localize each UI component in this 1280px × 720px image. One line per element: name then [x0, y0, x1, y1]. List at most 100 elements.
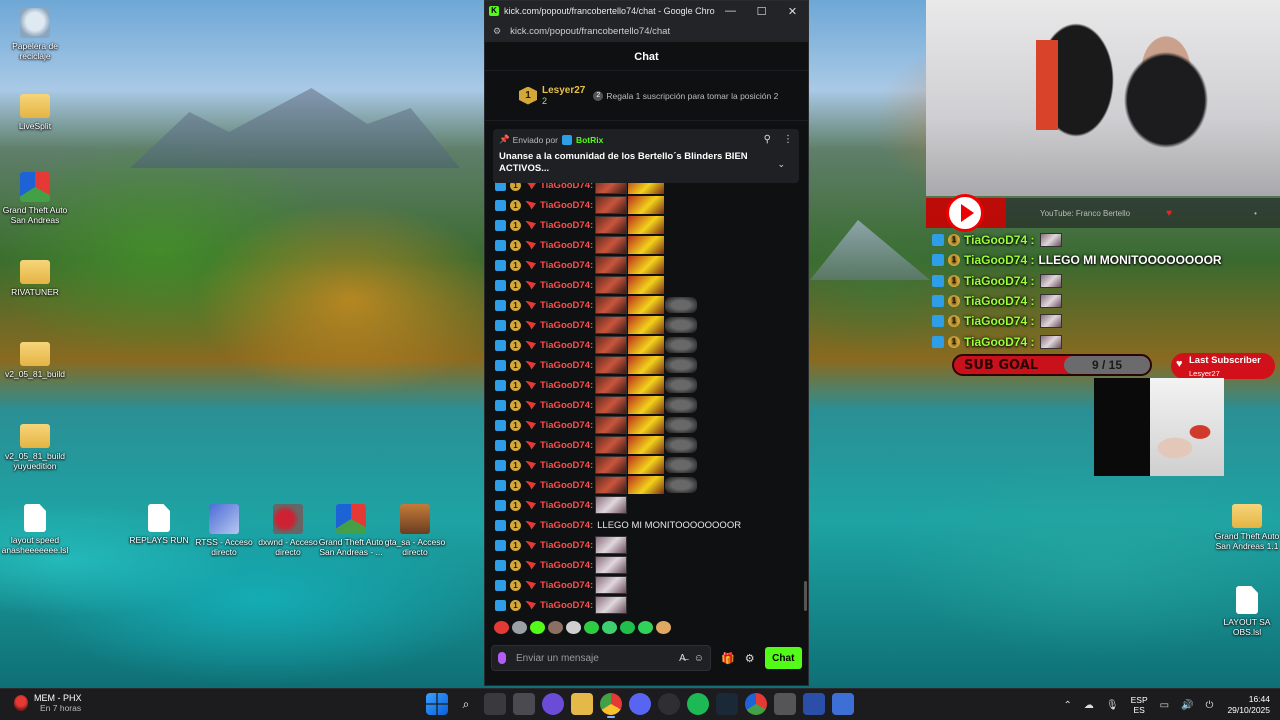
translate-icon[interactable]: A̶: [679, 653, 686, 664]
chat-username[interactable]: TiaGooD74:: [540, 220, 593, 231]
emote-image[interactable]: [595, 356, 628, 374]
emoji-icon[interactable]: ☺: [694, 653, 704, 664]
emote-image[interactable]: [665, 477, 698, 493]
emote-image[interactable]: [595, 376, 628, 394]
pinned-message[interactable]: 📌 Enviado por BotRix ⚲ ⋮ Unanse a la com…: [493, 129, 799, 183]
address-bar[interactable]: ⚙ kick.com/popout/francobertello74/chat: [485, 21, 808, 43]
chat-username[interactable]: TiaGooD74:: [540, 380, 593, 391]
emote-icon[interactable]: [548, 620, 563, 634]
start-button[interactable]: [426, 693, 448, 715]
emote-image[interactable]: [628, 436, 665, 454]
chat-username[interactable]: TiaGooD74:: [540, 280, 593, 291]
steam-icon[interactable]: [716, 693, 738, 715]
app-icon[interactable]: [774, 693, 796, 715]
more-options-icon[interactable]: ⋮: [783, 134, 793, 145]
chat-message-row[interactable]: 1 TiaGooD74:: [495, 415, 800, 435]
unpin-icon[interactable]: ⚲: [764, 134, 771, 145]
emote-image[interactable]: [665, 437, 698, 453]
store-icon[interactable]: [513, 693, 535, 715]
chat-username[interactable]: TiaGooD74:: [540, 440, 593, 451]
search-icon[interactable]: ⌕: [455, 693, 477, 715]
desktop-icon-build-yuyu[interactable]: v2_05_81_build yuyuedition: [0, 424, 70, 471]
chat-message-row[interactable]: 1 TiaGooD74:: [495, 455, 800, 475]
chat-message-row[interactable]: 1 TiaGooD74: LLEGO MI MONITOOOOOOOOR: [495, 515, 800, 535]
chat-message-row[interactable]: 1 TiaGooD74:: [495, 215, 800, 235]
emote-icon[interactable]: [584, 620, 599, 634]
chat-message-row[interactable]: 1 TiaGooD74:: [495, 195, 800, 215]
chat-username[interactable]: TiaGooD74:: [540, 360, 593, 371]
emote-icon[interactable]: [530, 620, 545, 634]
gift-icon[interactable]: 🎁: [721, 652, 735, 665]
emote-image[interactable]: [665, 317, 698, 333]
chat-input[interactable]: [516, 652, 672, 664]
desktop-icon-replays-run[interactable]: REPLAYS RUN: [124, 504, 194, 545]
desktop-icon-dxwnd[interactable]: dxwnd - Acceso directo: [253, 504, 323, 557]
chat-message-row[interactable]: 1 TiaGooD74:: [495, 395, 800, 415]
emote-image[interactable]: [665, 457, 698, 473]
chat-username[interactable]: TiaGooD74:: [540, 520, 593, 531]
chat-message-row[interactable]: 1 TiaGooD74:: [495, 535, 800, 555]
language-indicator[interactable]: ESP ES: [1131, 695, 1148, 715]
chat-username[interactable]: TiaGooD74:: [540, 200, 593, 211]
emote-image[interactable]: [665, 357, 698, 373]
chat-username[interactable]: TiaGooD74:: [540, 500, 593, 511]
file-explorer-icon[interactable]: [571, 693, 593, 715]
power-icon[interactable]: ⏻: [1206, 700, 1214, 711]
gift-hint[interactable]: 2 Regala 1 suscripción para tomar la pos…: [593, 90, 778, 101]
microphone-icon[interactable]: [498, 652, 506, 664]
emote-icon[interactable]: [602, 620, 617, 634]
emote-image[interactable]: [628, 296, 665, 314]
emote-image[interactable]: [595, 476, 628, 494]
chat-username[interactable]: TiaGooD74:: [540, 320, 593, 331]
emote-image[interactable]: [595, 216, 628, 234]
desktop-icon-rivatuner[interactable]: RIVATUNER: [0, 260, 70, 297]
chat-username[interactable]: TiaGooD74:: [540, 460, 593, 471]
display-icon[interactable]: ▭: [1160, 700, 1169, 711]
emote-icon[interactable]: [620, 620, 635, 634]
emote-image[interactable]: [628, 216, 665, 234]
chat-username[interactable]: TiaGooD74:: [540, 480, 593, 491]
chat-username[interactable]: TiaGooD74:: [540, 580, 593, 591]
chat-message-row[interactable]: 1 TiaGooD74:: [495, 315, 800, 335]
chat-username[interactable]: TiaGooD74:: [540, 260, 593, 271]
chat-input-box[interactable]: A̶ ☺: [491, 645, 711, 671]
chat-username[interactable]: TiaGooD74:: [540, 340, 593, 351]
chat-message-row[interactable]: 1 TiaGooD74:: [495, 575, 800, 595]
chat-message-row[interactable]: 1 TiaGooD74:: [495, 255, 800, 275]
emote-icon[interactable]: [656, 620, 671, 634]
chat-message-row[interactable]: 1 TiaGooD74:: [495, 595, 800, 615]
spotify-icon[interactable]: [687, 693, 709, 715]
chat-message-row[interactable]: 1 TiaGooD74:: [495, 375, 800, 395]
obs-icon[interactable]: [542, 693, 564, 715]
emote-image[interactable]: [595, 316, 628, 334]
weather-widget[interactable]: MEM - PHX En 7 horas: [14, 693, 82, 713]
chat-username[interactable]: TiaGooD74:: [540, 400, 593, 411]
emote-image[interactable]: [628, 376, 665, 394]
chat-message-row[interactable]: 1 TiaGooD74:: [495, 475, 800, 495]
pinned-bot-name[interactable]: BotRix: [576, 135, 603, 145]
emote-image[interactable]: [595, 416, 628, 434]
chat-username[interactable]: TiaGooD74:: [540, 240, 593, 251]
desktop-icon-rtss[interactable]: RTSS - Acceso directo: [189, 504, 259, 557]
chat-message-row[interactable]: 1 TiaGooD74:: [495, 555, 800, 575]
emote-icon[interactable]: [566, 620, 581, 634]
app-monitor-icon[interactable]: [832, 693, 854, 715]
chat-message-row[interactable]: 1 TiaGooD74:: [495, 235, 800, 255]
emote-image[interactable]: [595, 536, 628, 554]
emote-image[interactable]: [665, 297, 698, 313]
send-chat-button[interactable]: Chat: [764, 647, 802, 669]
window-titlebar[interactable]: K kick.com/popout/francobertello74/chat …: [485, 1, 808, 21]
emote-image[interactable]: [595, 596, 628, 614]
chat-message-row[interactable]: 1 TiaGooD74:: [495, 335, 800, 355]
emote-image[interactable]: [595, 396, 628, 414]
emote-image[interactable]: [628, 316, 665, 334]
desktop-icon-gta-sa[interactable]: Grand Theft Auto San Andreas: [0, 172, 70, 225]
desktop-icon-livesplit[interactable]: LiveSplit: [0, 94, 70, 131]
site-settings-icon[interactable]: ⚙: [493, 26, 501, 37]
emote-image[interactable]: [628, 356, 665, 374]
close-button[interactable]: ✕: [777, 5, 808, 18]
desktop-icon-gta-sa-shortcut[interactable]: Grand Theft Auto San Andreas - ...: [316, 504, 386, 557]
chat-message-row[interactable]: 1 TiaGooD74:: [495, 275, 800, 295]
emote-image[interactable]: [665, 417, 698, 433]
minimize-button[interactable]: —: [715, 5, 746, 17]
